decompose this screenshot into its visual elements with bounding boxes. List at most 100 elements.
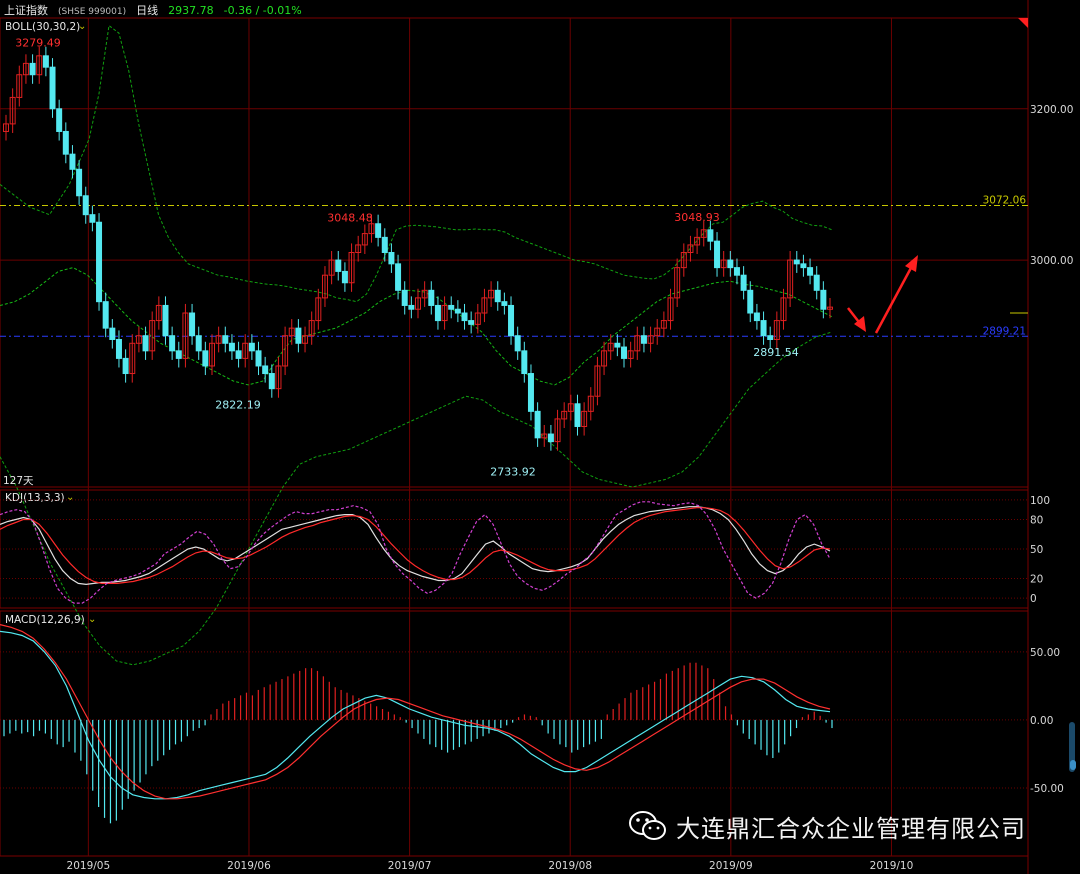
candle-body — [82, 195, 89, 216]
candle-body — [195, 335, 202, 352]
kdj-y-tick-0: 0 — [1030, 593, 1037, 605]
watermark-text: 大连鼎汇合众企业管理有限公司 — [676, 814, 1026, 843]
candle-body — [89, 214, 96, 223]
candle-body — [122, 357, 129, 375]
candle-body — [454, 308, 461, 314]
macd-indicator-dropdown-icon: ⌄ — [88, 614, 96, 625]
candle-body — [760, 320, 767, 337]
candle-body — [640, 335, 647, 344]
boll-indicator-dropdown-icon: ⌄ — [78, 21, 86, 32]
corner-marker — [1018, 18, 1028, 28]
candle-body — [255, 350, 262, 367]
candle-body — [494, 289, 501, 303]
macd-y-tick--50.00: -50.00 — [1030, 783, 1064, 795]
candle-body — [401, 289, 408, 306]
candle-body — [508, 304, 515, 337]
candle-body — [521, 350, 528, 375]
x-tick-2019/06: 2019/06 — [227, 860, 271, 872]
candle-body — [248, 342, 255, 352]
candle-body — [189, 312, 196, 337]
candle-body — [434, 304, 441, 322]
candle-body — [408, 304, 415, 310]
x-tick-2019/05: 2019/05 — [67, 860, 111, 872]
candle-body — [228, 342, 235, 352]
y-tick-3200.00: 3200.00 — [1030, 104, 1073, 116]
candle-body — [813, 274, 820, 291]
candle-body — [96, 221, 103, 303]
ref-label-3072.06: 3072.06 — [983, 195, 1027, 207]
candle-body — [753, 312, 760, 322]
candle-body — [468, 320, 475, 325]
wechat-icon — [629, 811, 666, 840]
candle-body — [335, 259, 342, 272]
candle-body — [56, 108, 63, 132]
kdj-y-tick-50: 50 — [1030, 544, 1043, 556]
candle-body — [428, 289, 435, 306]
annotation-3048.48: 3048.48 — [327, 211, 373, 224]
candle-body — [800, 263, 807, 269]
candle-body — [69, 153, 76, 170]
annotation-3279.49: 3279.49 — [15, 37, 61, 50]
macd-y-tick-0.00: 0.00 — [1030, 715, 1053, 727]
candle-body — [501, 301, 508, 306]
candle-body — [714, 240, 721, 269]
watermark: 大连鼎汇合众企业管理有限公司 — [628, 808, 1026, 844]
candle-body — [621, 346, 627, 359]
macd-series-1 — [0, 624, 831, 800]
candle-body — [162, 304, 169, 337]
kdj-y-tick-20: 20 — [1030, 574, 1043, 586]
candle-body — [49, 66, 56, 110]
candle-body — [169, 335, 176, 352]
candle-body — [807, 267, 814, 276]
candle-body — [268, 373, 275, 390]
candle-body — [740, 274, 747, 291]
candle-body — [235, 350, 242, 359]
kdj-indicator-dropdown-icon: ⌄ — [66, 492, 74, 503]
candle-body — [175, 350, 182, 359]
macd-y-tick-50.00: 50.00 — [1030, 647, 1060, 659]
scroll-thumb[interactable] — [1070, 760, 1076, 770]
chart-svg[interactable]: 2019/05 2019/06 2019/07 2019/08 2019/09 2019/… — [0, 0, 1080, 874]
kdj-y-tick-80: 80 — [1030, 515, 1043, 527]
candle-body — [793, 259, 800, 265]
candle-body — [222, 335, 229, 344]
candle-body — [767, 335, 774, 340]
candle-body — [375, 223, 382, 238]
candle-body — [262, 365, 269, 375]
annotation-2891.54: 2891.54 — [753, 346, 799, 359]
kdj-indicator-label: KDJ(13,3,3) — [5, 492, 65, 504]
candle-body — [707, 229, 714, 242]
candle-body — [514, 335, 521, 352]
candle-body — [102, 301, 109, 329]
chart-stage[interactable]: 上证指数 (SHSE 999001) 日线 2937.78 -0.36 / -0.01%… — [0, 0, 1080, 874]
boll-lower-band — [0, 331, 833, 666]
kdj-series-2 — [0, 501, 831, 604]
candle-body — [76, 168, 83, 197]
candle-body — [614, 342, 621, 348]
candle-body — [142, 335, 149, 352]
candle-body — [115, 338, 122, 359]
candle-body — [820, 289, 827, 310]
candle-body — [202, 350, 209, 367]
annotation-2733.92: 2733.92 — [490, 465, 536, 478]
boll-indicator-label: BOLL(30,30,2) — [5, 21, 80, 33]
x-tick-2019/10: 2019/10 — [870, 860, 914, 872]
candle-body — [733, 267, 740, 276]
candle-body — [62, 130, 69, 155]
x-tick-2019/09: 2019/09 — [709, 860, 753, 872]
candle-body — [534, 410, 541, 439]
annotation-2822.19: 2822.19 — [215, 399, 261, 412]
candle-body — [547, 433, 554, 443]
kdj-series-0 — [0, 506, 831, 586]
main-pane-frame — [0, 17, 1029, 488]
ref-label-2899.21: 2899.21 — [983, 325, 1026, 337]
up-arrow-shaft — [874, 265, 914, 334]
candle-body — [109, 327, 116, 340]
candle-body — [527, 373, 534, 412]
candle-body — [341, 270, 348, 284]
kdj-y-tick-100: 100 — [1030, 495, 1050, 507]
candle-body — [395, 263, 402, 291]
x-tick-2019/08: 2019/08 — [548, 860, 592, 872]
candle-body — [461, 312, 468, 322]
candle-body — [747, 289, 754, 314]
